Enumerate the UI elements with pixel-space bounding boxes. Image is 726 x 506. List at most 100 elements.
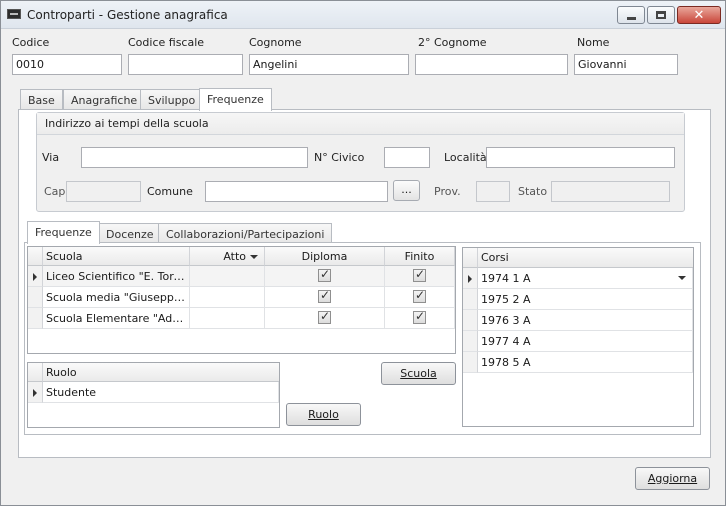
atto-cell[interactable] (190, 287, 265, 308)
close-icon: ✕ (693, 7, 705, 23)
diploma-cell[interactable] (265, 308, 385, 329)
row-indicator[interactable] (463, 289, 478, 310)
course-cell[interactable]: 1976 3 A (478, 310, 693, 331)
dropdown-arrow-icon[interactable] (678, 276, 686, 280)
diploma-cell[interactable] (265, 287, 385, 308)
cognome-field[interactable]: Angelini (249, 54, 409, 75)
atto-cell[interactable] (190, 266, 265, 287)
finito-cell[interactable] (385, 287, 455, 308)
via-label: Via (42, 151, 60, 164)
scuola-cell[interactable]: Scuola media "Giuseppe Ve... (43, 287, 190, 308)
column-header-finito[interactable]: Finito (385, 247, 455, 266)
comune-label: Comune (147, 185, 193, 198)
nome-label: Nome (577, 36, 610, 49)
role-cell[interactable]: Studente (43, 382, 279, 403)
title-bar[interactable]: Controparti - Gestione anagrafica ✕ (1, 1, 725, 29)
stato-label: Stato (518, 185, 548, 198)
nome-field[interactable]: Giovanni (574, 54, 678, 75)
courses-grid[interactable]: Corsi 1974 1 A 1975 2 A 1976 3 A 1977 4 … (462, 247, 694, 427)
row-indicator[interactable] (28, 308, 43, 329)
current-row-icon (33, 273, 37, 281)
localita-label: Località (444, 151, 487, 164)
column-header-ruolo[interactable]: Ruolo (43, 363, 279, 382)
column-header-atto-label: Atto (223, 250, 246, 263)
close-button[interactable]: ✕ (677, 6, 721, 24)
maximize-icon (656, 11, 666, 19)
current-row-icon (468, 275, 472, 283)
subtab-collaborazioni[interactable]: Collaborazioni/Partecipazioni (158, 223, 333, 244)
subtab-frequenze[interactable]: Frequenze (27, 221, 100, 244)
via-field[interactable] (81, 147, 308, 168)
minimize-button[interactable] (617, 6, 645, 24)
scuola-button-label: Scuola (400, 367, 437, 380)
row-indicator[interactable] (28, 382, 43, 403)
secondo-cognome-field[interactable] (415, 54, 568, 75)
tab-base[interactable]: Base (20, 89, 63, 110)
diploma-checkbox[interactable] (318, 288, 331, 303)
aggiorna-button-label: Aggiorna (647, 472, 698, 485)
maximize-button[interactable] (647, 6, 675, 24)
schools-grid-corner (28, 247, 43, 266)
sort-descending-icon (250, 255, 258, 259)
comune-field[interactable] (205, 181, 388, 202)
row-indicator[interactable] (28, 287, 43, 308)
civico-field[interactable] (384, 147, 430, 168)
finito-checkbox[interactable] (413, 309, 426, 324)
schools-grid[interactable]: Scuola Atto Diploma Finito Liceo Scienti… (27, 246, 456, 354)
stato-field (551, 181, 670, 202)
row-indicator[interactable] (463, 310, 478, 331)
current-row-icon (33, 389, 37, 397)
row-indicator[interactable] (463, 352, 478, 373)
app-icon (7, 9, 21, 19)
scuola-cell[interactable]: Scuola Elementare "Ada N... (43, 308, 190, 329)
prov-field (476, 181, 510, 202)
column-header-scuola[interactable]: Scuola (43, 247, 190, 266)
codice-fiscale-field[interactable] (128, 54, 243, 75)
tab-sviluppo[interactable]: Sviluppo (140, 89, 204, 110)
diploma-cell[interactable] (265, 266, 385, 287)
aggiorna-button[interactable]: Aggiorna (635, 467, 710, 490)
row-indicator[interactable] (28, 266, 43, 287)
ruolo-button-label: Ruolo (308, 408, 339, 421)
column-header-atto[interactable]: Atto (190, 247, 265, 266)
finito-cell[interactable] (385, 308, 455, 329)
main-window: Controparti - Gestione anagrafica ✕ Codi… (0, 0, 726, 506)
finito-checkbox[interactable] (413, 288, 426, 303)
row-indicator[interactable] (463, 268, 478, 289)
localita-field[interactable] (486, 147, 675, 168)
cognome-label: Cognome (249, 36, 302, 49)
diploma-checkbox[interactable] (318, 267, 331, 282)
diploma-checkbox[interactable] (318, 309, 331, 324)
column-header-corsi[interactable]: Corsi (478, 248, 693, 268)
finito-cell[interactable] (385, 266, 455, 287)
address-group-title: Indirizzo ai tempi della scuola (37, 113, 684, 135)
secondo-cognome-label: 2° Cognome (418, 36, 487, 49)
roles-grid-corner (28, 363, 43, 382)
comune-browse-button[interactable]: ... (393, 180, 420, 201)
courses-grid-corner (463, 248, 478, 268)
cap-label: Cap (44, 185, 66, 198)
civico-label: N° Civico (314, 151, 365, 164)
course-cell[interactable]: 1977 4 A (478, 331, 693, 352)
prov-label: Prov. (434, 185, 461, 198)
codice-label: Codice (12, 36, 50, 49)
row-indicator[interactable] (463, 331, 478, 352)
scuola-cell[interactable]: Liceo Scientifico "E. Torricelli" (43, 266, 190, 287)
finito-checkbox[interactable] (413, 267, 426, 282)
cap-field (66, 181, 141, 202)
window-title: Controparti - Gestione anagrafica (27, 8, 228, 22)
codice-field[interactable]: 0010 (12, 54, 122, 75)
course-cell[interactable]: 1978 5 A (478, 352, 693, 373)
course-cell[interactable]: 1975 2 A (478, 289, 693, 310)
course-cell[interactable]: 1974 1 A (478, 268, 693, 289)
roles-grid[interactable]: Ruolo Studente (27, 362, 280, 428)
ruolo-button[interactable]: Ruolo (286, 403, 361, 426)
codice-fiscale-label: Codice fiscale (128, 36, 205, 49)
column-header-diploma[interactable]: Diploma (265, 247, 385, 266)
tab-frequenze[interactable]: Frequenze (199, 88, 272, 111)
course-cell-value: 1974 1 A (481, 272, 531, 285)
atto-cell[interactable] (190, 308, 265, 329)
subtab-docenze[interactable]: Docenze (98, 223, 162, 244)
tab-anagrafiche[interactable]: Anagrafiche (63, 89, 146, 110)
scuola-button[interactable]: Scuola (381, 362, 456, 385)
